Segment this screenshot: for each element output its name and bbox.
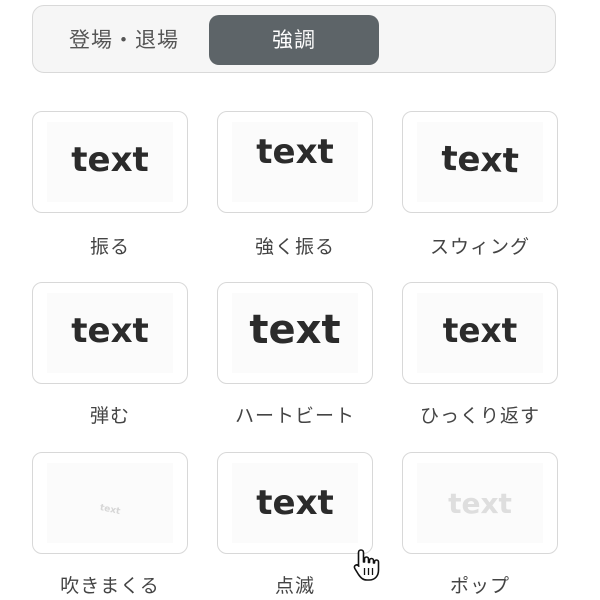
animation-item-pop: text ポップ xyxy=(402,452,562,597)
animation-card[interactable]: text xyxy=(402,282,558,384)
animation-card[interactable]: text xyxy=(32,282,188,384)
animation-item-blow: text 吹きまくる xyxy=(32,452,192,597)
animation-label: 弾む xyxy=(89,405,130,427)
preview-text: text xyxy=(256,483,334,523)
animation-card[interactable]: text xyxy=(217,282,373,384)
animation-label: 点滅 xyxy=(274,575,315,597)
animation-item-shake: text 振る xyxy=(32,111,192,258)
preview-text: text xyxy=(71,311,149,351)
animation-card[interactable]: text xyxy=(402,452,558,554)
animation-card[interactable]: text xyxy=(32,111,188,213)
preview-text: text xyxy=(249,307,341,353)
animation-label: ポップ xyxy=(449,575,510,597)
animation-category-tabs: 登場・退場 強調 xyxy=(32,5,556,73)
animation-item-flip: text ひっくり返す xyxy=(402,282,562,427)
animation-label: ひっくり返す xyxy=(419,405,540,427)
animation-item-swing: text スウィング xyxy=(402,111,562,258)
animation-item-bounce: text 弾む xyxy=(32,282,192,427)
preview-text: text xyxy=(256,132,334,172)
animation-label: 吹きまくる xyxy=(60,575,160,597)
tab-enter-exit[interactable]: 登場・退場 xyxy=(41,15,207,65)
animation-card[interactable]: text xyxy=(217,452,373,554)
hand-pointer-cursor-icon xyxy=(353,549,380,581)
preview-text: text xyxy=(442,311,518,351)
preview-text: text xyxy=(71,140,149,180)
animation-card[interactable]: text xyxy=(217,111,373,213)
animation-label: スウィング xyxy=(429,236,530,258)
animation-card[interactable]: text xyxy=(32,452,188,554)
tab-emphasis[interactable]: 強調 xyxy=(209,15,379,65)
animation-panel: 登場・退場 強調 text 振る text 強く振る text スウィング te… xyxy=(0,0,600,600)
preview-text: text xyxy=(448,487,512,520)
animation-label: 強く振る xyxy=(254,236,335,258)
animation-label: 振る xyxy=(89,236,130,258)
animation-card[interactable]: text xyxy=(402,111,558,213)
animation-item-strong-shake: text 強く振る xyxy=(217,111,377,258)
preview-text: text xyxy=(440,138,520,182)
animation-label: ハートビート xyxy=(234,405,355,427)
animation-item-heartbeat: text ハートビート xyxy=(217,282,377,427)
animation-item-blink: text 点滅 xyxy=(217,452,377,597)
